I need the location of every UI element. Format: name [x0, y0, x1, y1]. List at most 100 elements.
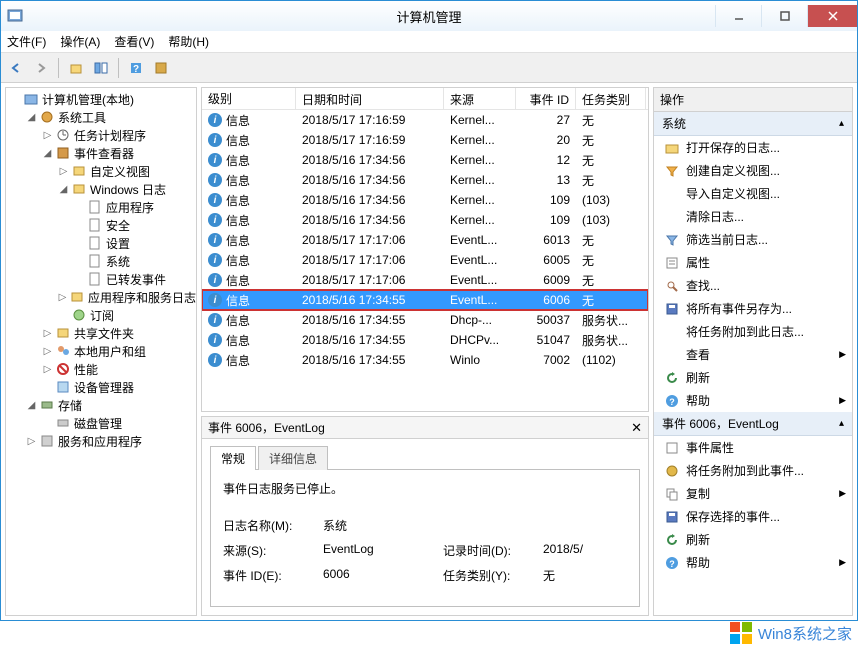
- tree-diskmgmt[interactable]: 磁盘管理: [6, 414, 196, 432]
- info-icon: i: [208, 333, 222, 347]
- actions-section-event[interactable]: 事件 6006，EventLog▴: [654, 412, 852, 436]
- save-icon: [664, 301, 680, 317]
- info-icon: i: [208, 353, 222, 367]
- action-attach-event[interactable]: 将任务附加到此事件...: [654, 459, 852, 482]
- tree-users[interactable]: ▷本地用户和组: [6, 342, 196, 360]
- table-row[interactable]: i信息2018/5/17 17:17:06EventL...6005无: [202, 250, 648, 270]
- info-icon: i: [208, 313, 222, 327]
- action-help2[interactable]: ?帮助▶: [654, 551, 852, 574]
- action-find[interactable]: 查找...: [654, 274, 852, 297]
- info-icon: i: [208, 153, 222, 167]
- menubar: 文件(F) 操作(A) 查看(V) 帮助(H): [1, 31, 857, 53]
- col-level[interactable]: 级别: [202, 88, 296, 109]
- minimize-button[interactable]: [715, 5, 761, 27]
- actions-pane: 操作 系统▴ 打开保存的日志... 创建自定义视图... 导入自定义视图... …: [653, 87, 853, 616]
- table-row[interactable]: i信息2018/5/17 17:17:06EventL...6013无: [202, 230, 648, 250]
- watermark: Win8系统之家: [730, 622, 852, 644]
- tab-details[interactable]: 详细信息: [258, 446, 328, 470]
- action-open-saved[interactable]: 打开保存的日志...: [654, 136, 852, 159]
- col-taskcat[interactable]: 任务类别: [576, 88, 646, 109]
- detail-close-icon[interactable]: ✕: [631, 420, 642, 436]
- up-button[interactable]: [65, 57, 87, 79]
- action-filter-log[interactable]: 筛选当前日志...: [654, 228, 852, 251]
- help-button[interactable]: ?: [125, 57, 147, 79]
- tree-perf[interactable]: ▷性能: [6, 360, 196, 378]
- table-row[interactable]: i信息2018/5/17 17:17:06EventL...6009无: [202, 270, 648, 290]
- info-icon: i: [208, 113, 222, 127]
- table-row[interactable]: i信息2018/5/16 17:34:55Dhcp-...50037服务状...: [202, 310, 648, 330]
- action-copy[interactable]: 复制▶: [654, 482, 852, 505]
- table-row[interactable]: i信息2018/5/16 17:34:55DHCPv...51047服务状...: [202, 330, 648, 350]
- tree-log-app[interactable]: 应用程序: [6, 198, 196, 216]
- info-icon: i: [208, 173, 222, 187]
- col-source[interactable]: 来源: [444, 88, 516, 109]
- properties-button[interactable]: [150, 57, 172, 79]
- action-event-props[interactable]: 事件属性: [654, 436, 852, 459]
- tree-subs[interactable]: 订阅: [6, 306, 196, 324]
- table-row[interactable]: i信息2018/5/17 17:16:59Kernel...27无: [202, 110, 648, 130]
- tree-svcapps[interactable]: ▷服务和应用程序: [6, 432, 196, 450]
- tree-log-system[interactable]: 系统: [6, 252, 196, 270]
- maximize-button[interactable]: [761, 5, 807, 27]
- app-icon: [7, 8, 23, 24]
- table-row[interactable]: i信息2018/5/16 17:34:55EventL...6006无: [202, 290, 648, 310]
- table-row[interactable]: i信息2018/5/16 17:34:56Kernel...109(103): [202, 210, 648, 230]
- event-detail-pane: 事件 6006，EventLog✕ 常规 详细信息 事件日志服务已停止。 日志名…: [201, 416, 649, 616]
- back-button[interactable]: [5, 57, 27, 79]
- action-refresh[interactable]: 刷新: [654, 366, 852, 389]
- svg-text:?: ?: [669, 559, 675, 569]
- event-grid[interactable]: 级别 日期和时间 来源 事件 ID 任务类别 i信息2018/5/17 17:1…: [201, 87, 649, 412]
- info-icon: i: [208, 213, 222, 227]
- window-title: 计算机管理: [396, 7, 461, 26]
- tree-log-security[interactable]: 安全: [6, 216, 196, 234]
- action-refresh2[interactable]: 刷新: [654, 528, 852, 551]
- table-row[interactable]: i信息2018/5/16 17:34:56Kernel...12无: [202, 150, 648, 170]
- tree-customview[interactable]: ▷自定义视图: [6, 162, 196, 180]
- action-help[interactable]: ?帮助▶: [654, 389, 852, 412]
- tree-systools[interactable]: ◢系统工具: [6, 108, 196, 126]
- col-datetime[interactable]: 日期和时间: [296, 88, 444, 109]
- tree-winlogs[interactable]: ◢Windows 日志: [6, 180, 196, 198]
- svg-text:?: ?: [669, 397, 675, 407]
- tree-appsvc[interactable]: ▷应用程序和服务日志: [6, 288, 196, 306]
- action-view[interactable]: 查看▶: [654, 343, 852, 366]
- tree-shared[interactable]: ▷共享文件夹: [6, 324, 196, 342]
- action-properties[interactable]: 属性: [654, 251, 852, 274]
- table-row[interactable]: i信息2018/5/16 17:34:56Kernel...109(103): [202, 190, 648, 210]
- svg-text:?: ?: [133, 64, 139, 75]
- action-clear-log[interactable]: 清除日志...: [654, 205, 852, 228]
- action-save-all[interactable]: 将所有事件另存为...: [654, 297, 852, 320]
- table-row[interactable]: i信息2018/5/16 17:34:56Kernel...13无: [202, 170, 648, 190]
- tab-general[interactable]: 常规: [210, 446, 256, 470]
- menu-file[interactable]: 文件(F): [7, 33, 46, 50]
- search-icon: [664, 278, 680, 294]
- action-attach-task[interactable]: 将任务附加到此日志...: [654, 320, 852, 343]
- menu-view[interactable]: 查看(V): [114, 33, 154, 50]
- table-row[interactable]: i信息2018/5/16 17:34:55Winlo7002(1102): [202, 350, 648, 370]
- titlebar: 计算机管理: [1, 1, 857, 31]
- tree-log-setup[interactable]: 设置: [6, 234, 196, 252]
- tree-storage[interactable]: ◢存储: [6, 396, 196, 414]
- tree-root[interactable]: 计算机管理(本地): [6, 90, 196, 108]
- menu-action[interactable]: 操作(A): [60, 33, 100, 50]
- actions-section-system[interactable]: 系统▴: [654, 112, 852, 136]
- action-import-view[interactable]: 导入自定义视图...: [654, 182, 852, 205]
- toolbar: ?: [1, 53, 857, 83]
- task-icon: [664, 463, 680, 479]
- actions-header: 操作: [654, 88, 852, 112]
- close-button[interactable]: [807, 5, 857, 27]
- forward-button[interactable]: [30, 57, 52, 79]
- info-icon: i: [208, 273, 222, 287]
- action-save-selected[interactable]: 保存选择的事件...: [654, 505, 852, 528]
- tree-scheduler[interactable]: ▷任务计划程序: [6, 126, 196, 144]
- navigation-tree[interactable]: 计算机管理(本地) ◢系统工具 ▷任务计划程序 ◢事件查看器 ▷自定义视图 ◢W…: [5, 87, 197, 616]
- table-row[interactable]: i信息2018/5/17 17:16:59Kernel...20无: [202, 130, 648, 150]
- tree-eventviewer[interactable]: ◢事件查看器: [6, 144, 196, 162]
- show-hide-tree-button[interactable]: [90, 57, 112, 79]
- info-icon: i: [208, 133, 222, 147]
- col-eventid[interactable]: 事件 ID: [516, 88, 576, 109]
- tree-devmgr[interactable]: 设备管理器: [6, 378, 196, 396]
- menu-help[interactable]: 帮助(H): [168, 33, 209, 50]
- action-create-view[interactable]: 创建自定义视图...: [654, 159, 852, 182]
- tree-log-forwarded[interactable]: 已转发事件: [6, 270, 196, 288]
